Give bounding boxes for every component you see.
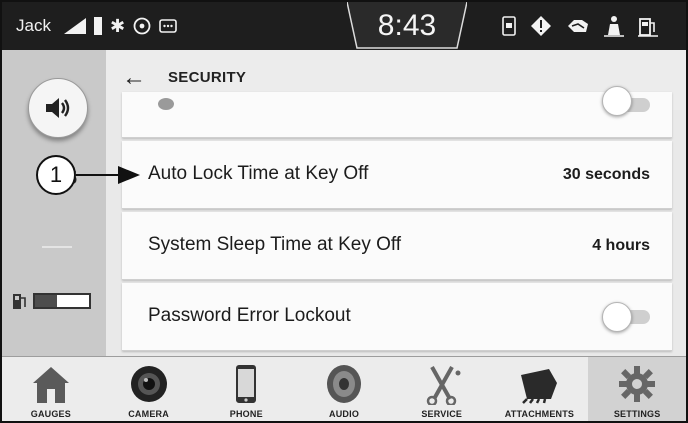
phone-card-icon bbox=[502, 16, 516, 36]
setting-label: Auto Lock Time at Key Off bbox=[148, 163, 369, 184]
nav-item-settings[interactable]: SETTINGS bbox=[588, 357, 686, 421]
wifi-hotspot-icon bbox=[133, 17, 151, 35]
settings-list: Auto Lock Time at Key Off 30 seconds Sys… bbox=[122, 86, 672, 356]
row-icon-partial bbox=[158, 98, 174, 110]
nav-label: AUDIO bbox=[329, 409, 360, 419]
callout-arrowhead bbox=[118, 166, 140, 184]
home-icon bbox=[32, 367, 69, 403]
settings-row-auto-lock[interactable]: Auto Lock Time at Key Off 30 seconds bbox=[122, 141, 672, 209]
gear-icon bbox=[619, 366, 656, 402]
nav-item-camera[interactable]: CAMERA bbox=[100, 357, 198, 421]
nav-label: SERVICE bbox=[421, 409, 463, 419]
settings-row-password-lockout[interactable]: Password Error Lockout bbox=[122, 283, 672, 351]
signal-icon bbox=[64, 18, 86, 34]
speaker-icon bbox=[327, 365, 362, 403]
rail-divider bbox=[42, 246, 72, 248]
callout-marker: 1 bbox=[36, 155, 76, 195]
wrench-icon bbox=[426, 366, 461, 405]
settings-row-sleep-time[interactable]: System Sleep Time at Key Off 4 hours bbox=[122, 212, 672, 280]
bottom-nav: GAUGES CAMERA PHONE AUDIO SERVICE ATTACH… bbox=[2, 356, 686, 421]
battery-icon bbox=[94, 17, 102, 35]
status-icons-left: ✱ bbox=[64, 12, 177, 40]
nav-label: ATTACHMENTS bbox=[504, 409, 575, 419]
bluetooth-icon: ✱ bbox=[110, 15, 126, 36]
nav-item-service[interactable]: SERVICE bbox=[393, 357, 491, 421]
volume-button[interactable] bbox=[28, 78, 88, 138]
display-screen: Jack ✱ 8:43 ← SECURITY Auto Lock Time at… bbox=[0, 0, 688, 423]
left-rail: .5 bbox=[2, 50, 106, 356]
setting-value: 30 seconds bbox=[562, 166, 650, 183]
bucket-icon bbox=[521, 369, 558, 404]
nav-label: SETTINGS bbox=[613, 409, 661, 419]
camera-icon bbox=[130, 366, 167, 402]
password-lockout-toggle[interactable] bbox=[602, 302, 650, 332]
seatbelt-icon bbox=[604, 16, 624, 37]
setting-label: System Sleep Time at Key Off bbox=[148, 234, 402, 255]
warning-icon bbox=[531, 16, 551, 36]
phone-icon bbox=[236, 365, 257, 403]
setting-value: 4 hours bbox=[592, 237, 650, 254]
fuel-pump-icon bbox=[638, 18, 658, 37]
back-arrow-icon[interactable]: ← bbox=[122, 64, 146, 92]
message-icon bbox=[159, 19, 177, 33]
setting-label: Password Error Lockout bbox=[148, 305, 351, 326]
nav-item-gauges[interactable]: GAUGES bbox=[2, 357, 100, 421]
toggle-switch-partial[interactable] bbox=[602, 86, 650, 116]
callout-line bbox=[76, 174, 122, 176]
settings-row-partial[interactable] bbox=[122, 86, 672, 138]
nav-label: CAMERA bbox=[128, 409, 169, 419]
nav-item-phone[interactable]: PHONE bbox=[197, 357, 295, 421]
nav-label: PHONE bbox=[229, 409, 263, 419]
status-bar: Jack ✱ 8:43 bbox=[2, 2, 686, 50]
toggle-knob bbox=[602, 86, 632, 116]
status-icons-right bbox=[502, 12, 658, 40]
fuel-pump-icon bbox=[13, 294, 26, 309]
fuel-level-bar bbox=[33, 293, 91, 309]
nav-item-audio[interactable]: AUDIO bbox=[295, 357, 393, 421]
status-user-name: Jack bbox=[16, 16, 51, 35]
fuel-level-fill bbox=[35, 295, 57, 307]
clock-time: 8:43 bbox=[377, 9, 437, 42]
page-title: SECURITY bbox=[168, 69, 247, 86]
engine-light-icon bbox=[568, 20, 588, 32]
nav-item-attachments[interactable]: ATTACHMENTS bbox=[491, 357, 589, 421]
clock-tab: 8:43 bbox=[347, 2, 467, 50]
toggle-knob bbox=[602, 302, 632, 332]
fuel-gauge bbox=[12, 292, 91, 310]
speaker-icon bbox=[46, 98, 70, 118]
nav-label: GAUGES bbox=[30, 409, 71, 419]
